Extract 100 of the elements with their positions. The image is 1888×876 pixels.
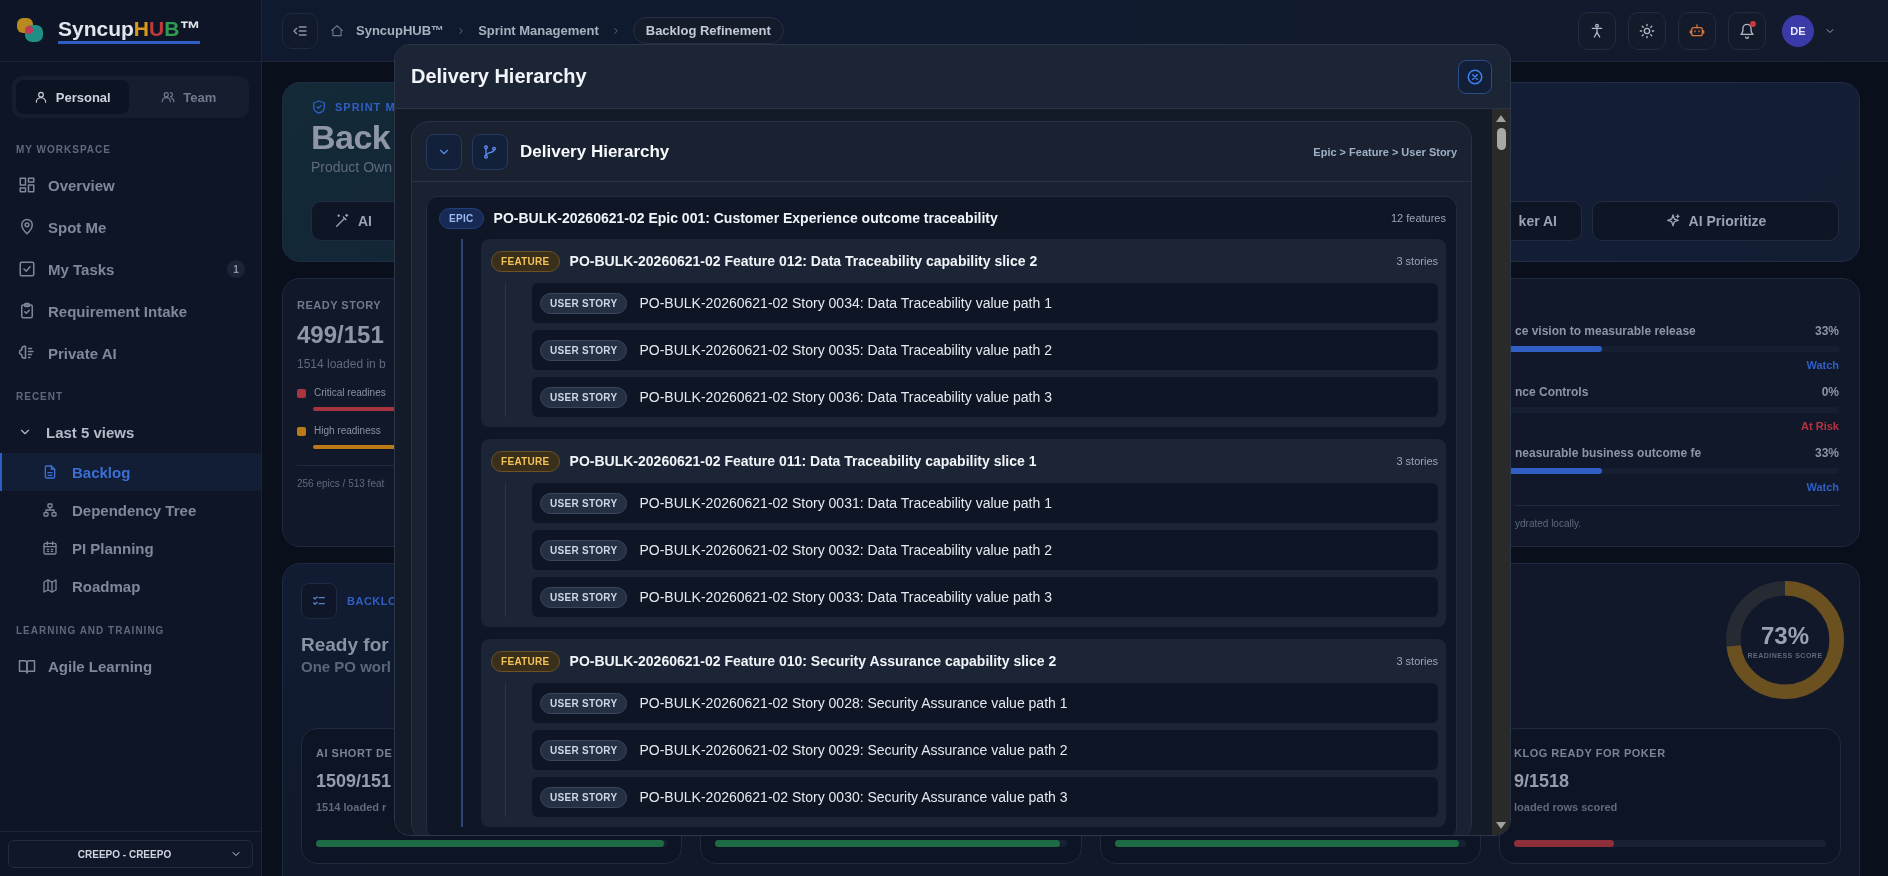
- card-value: 499/151: [297, 320, 384, 350]
- story-row[interactable]: USER STORY PO-BULK-20260621-02 Story 0033: Data Traceability value path 3: [532, 577, 1438, 617]
- brand-name: SyncupHUB™: [58, 17, 201, 44]
- story-row[interactable]: USER STORY PO-BULK-20260621-02 Story 0035: Data Traceability value path 2: [532, 330, 1438, 370]
- story-badge: USER STORY: [540, 492, 628, 514]
- story-title: PO-BULK-20260621-02 Story 0036: Data Traceability value path 3: [639, 389, 1052, 405]
- clipboard-icon: [18, 302, 36, 320]
- dashboard-icon: [18, 176, 36, 194]
- story-row[interactable]: USER STORY PO-BULK-20260621-02 Story 0030: Security Assurance value path 3: [532, 777, 1438, 817]
- magic-wand-icon: [334, 213, 350, 229]
- section-heading: LEARNING AND TRAINING: [15, 625, 166, 637]
- story-title: PO-BULK-20260621-02 Story 0032: Data Traceability value path 2: [639, 542, 1052, 558]
- story-row[interactable]: USER STORY PO-BULK-20260621-02 Story 0028: Security Assurance value path 1: [532, 683, 1438, 723]
- nav-item[interactable]: Dependency Tree: [0, 491, 261, 529]
- legend-label: Critical readines: [314, 386, 386, 400]
- risk-title: neasurable business outcome fe: [1515, 445, 1702, 462]
- theme-button[interactable]: [1628, 11, 1666, 50]
- card-caption: 1514 loaded in b: [297, 356, 386, 373]
- story-badge: USER STORY: [540, 692, 628, 714]
- count-badge: 1: [227, 260, 245, 278]
- eyebrow-label: SPRINT M: [335, 101, 396, 113]
- nav-item[interactable]: Requirement Intake: [0, 290, 261, 332]
- risk-title: ce vision to measurable release: [1515, 323, 1696, 340]
- checkbox-icon: [18, 260, 36, 278]
- risk-status: At Risk: [1801, 420, 1839, 432]
- story-title: PO-BULK-20260621-02 Story 0029: Security Assurance value path 2: [639, 742, 1068, 758]
- mode-tab[interactable]: Personal: [16, 80, 129, 114]
- map-icon: [42, 578, 58, 594]
- story-badge: USER STORY: [540, 339, 628, 361]
- nav-item[interactable]: Backlog: [0, 453, 261, 491]
- story-title: PO-BULK-20260621-02 Story 0034: Data Traceability value path 1: [639, 295, 1052, 311]
- risk-percent: 0%: [1821, 384, 1839, 401]
- story-row[interactable]: USER STORY PO-BULK-20260621-02 Story 0031: Data Traceability value path 1: [532, 483, 1438, 523]
- ai-prioritize-button[interactable]: AI Prioritize: [1592, 201, 1839, 241]
- metric-caption: 1514 loaded r: [316, 800, 387, 815]
- close-button[interactable]: [1458, 59, 1492, 94]
- risk-status: Watch: [1806, 481, 1839, 493]
- nav-item[interactable]: Roadmap: [0, 567, 261, 605]
- assistant-button[interactable]: [1678, 11, 1716, 50]
- story-title: PO-BULK-20260621-02 Story 0030: Security Assurance value path 3: [639, 789, 1068, 805]
- feature-badge: FEATURE: [491, 250, 560, 272]
- breadcrumb-link[interactable]: Sprint Management: [478, 23, 599, 38]
- story-title: PO-BULK-20260621-02 Story 0028: Security Assurance value path 1: [639, 695, 1068, 711]
- hierarchy-path: Epic > Feature > User Story: [1313, 145, 1457, 158]
- story-badge: USER STORY: [540, 292, 628, 314]
- story-badge: USER STORY: [540, 539, 628, 561]
- nav-item[interactable]: Agile Learning: [0, 645, 261, 687]
- story-badge: USER STORY: [540, 386, 628, 408]
- collapse-sidebar-button[interactable]: [282, 12, 318, 49]
- scrollbar[interactable]: [1492, 109, 1510, 835]
- user-avatar: DE: [1782, 14, 1814, 47]
- section-heading: MY WORKSPACE: [15, 144, 112, 156]
- person-icon: [33, 90, 48, 104]
- breadcrumb-link[interactable]: SyncupHUB™: [356, 23, 445, 38]
- metric-caption: loaded rows scored: [1514, 800, 1618, 815]
- score-value: 73%: [1760, 621, 1809, 650]
- metric-label: KLOG READY FOR POKER: [1514, 746, 1666, 761]
- section-heading: RECENT: [15, 391, 65, 403]
- robot-icon: [1689, 22, 1705, 39]
- breadcrumb-link[interactable]: Backlog Refinement: [632, 17, 784, 44]
- risk-title: nce Controls: [1515, 384, 1589, 401]
- feature-title: PO-BULK-20260621-02 Feature 010: Security Assurance capability slice 2: [569, 653, 1057, 669]
- home-icon: [330, 23, 344, 38]
- branch-icon: [482, 143, 498, 160]
- story-title: PO-BULK-20260621-02 Story 0033: Data Traceability value path 3: [639, 589, 1052, 605]
- page-subtitle: Product Own: [311, 158, 392, 177]
- accessibility-button[interactable]: [1578, 11, 1616, 50]
- story-row[interactable]: USER STORY PO-BULK-20260621-02 Story 0034: Data Traceability value path 1: [532, 283, 1438, 323]
- workspace-select[interactable]: CREEPO - CREEPO: [8, 840, 253, 868]
- story-row[interactable]: USER STORY PO-BULK-20260621-02 Story 0032: Data Traceability value path 2: [532, 530, 1438, 570]
- risk-percent: 33%: [1814, 445, 1839, 462]
- book-icon: [18, 657, 36, 675]
- nav-group[interactable]: Last 5 views: [0, 411, 261, 453]
- feature-count: 12 features: [1390, 212, 1446, 224]
- card-footer: ydrated locally.: [1515, 518, 1581, 529]
- mode-tab[interactable]: Team: [132, 80, 245, 114]
- story-title: PO-BULK-20260621-02 Story 0035: Data Traceability value path 2: [639, 342, 1052, 358]
- card-footer: 256 epics / 513 feat: [297, 478, 385, 489]
- section-subtitle: One PO worl: [301, 657, 391, 677]
- nav-item[interactable]: PI Planning: [0, 529, 261, 567]
- close-icon: [1466, 67, 1484, 86]
- nav-item[interactable]: My Tasks 1: [0, 248, 261, 290]
- user-menu-button[interactable]: DE: [1778, 14, 1840, 47]
- unread-dot: [1750, 20, 1756, 27]
- story-badge: USER STORY: [540, 739, 628, 761]
- story-count: 3 stories: [1396, 655, 1438, 667]
- story-row[interactable]: USER STORY PO-BULK-20260621-02 Story 0036: Data Traceability value path 3: [532, 377, 1438, 417]
- story-badge: USER STORY: [540, 786, 628, 808]
- nav-item[interactable]: Private AI: [0, 332, 261, 374]
- story-badge: USER STORY: [540, 586, 628, 608]
- notifications-button[interactable]: [1728, 11, 1766, 50]
- story-row[interactable]: USER STORY PO-BULK-20260621-02 Story 0029: Security Assurance value path 2: [532, 730, 1438, 770]
- nav-item[interactable]: Overview: [0, 164, 261, 206]
- story-count: 3 stories: [1396, 455, 1438, 467]
- section-title: Ready for: [301, 633, 389, 657]
- epic-title: PO-BULK-20260621-02 Epic 001: Customer Experience outcome traceability: [493, 210, 998, 226]
- risk-status: Watch: [1806, 359, 1839, 371]
- calendar-icon: [42, 540, 58, 556]
- nav-item[interactable]: Spot Me: [0, 206, 261, 248]
- feature-badge: FEATURE: [491, 450, 560, 472]
